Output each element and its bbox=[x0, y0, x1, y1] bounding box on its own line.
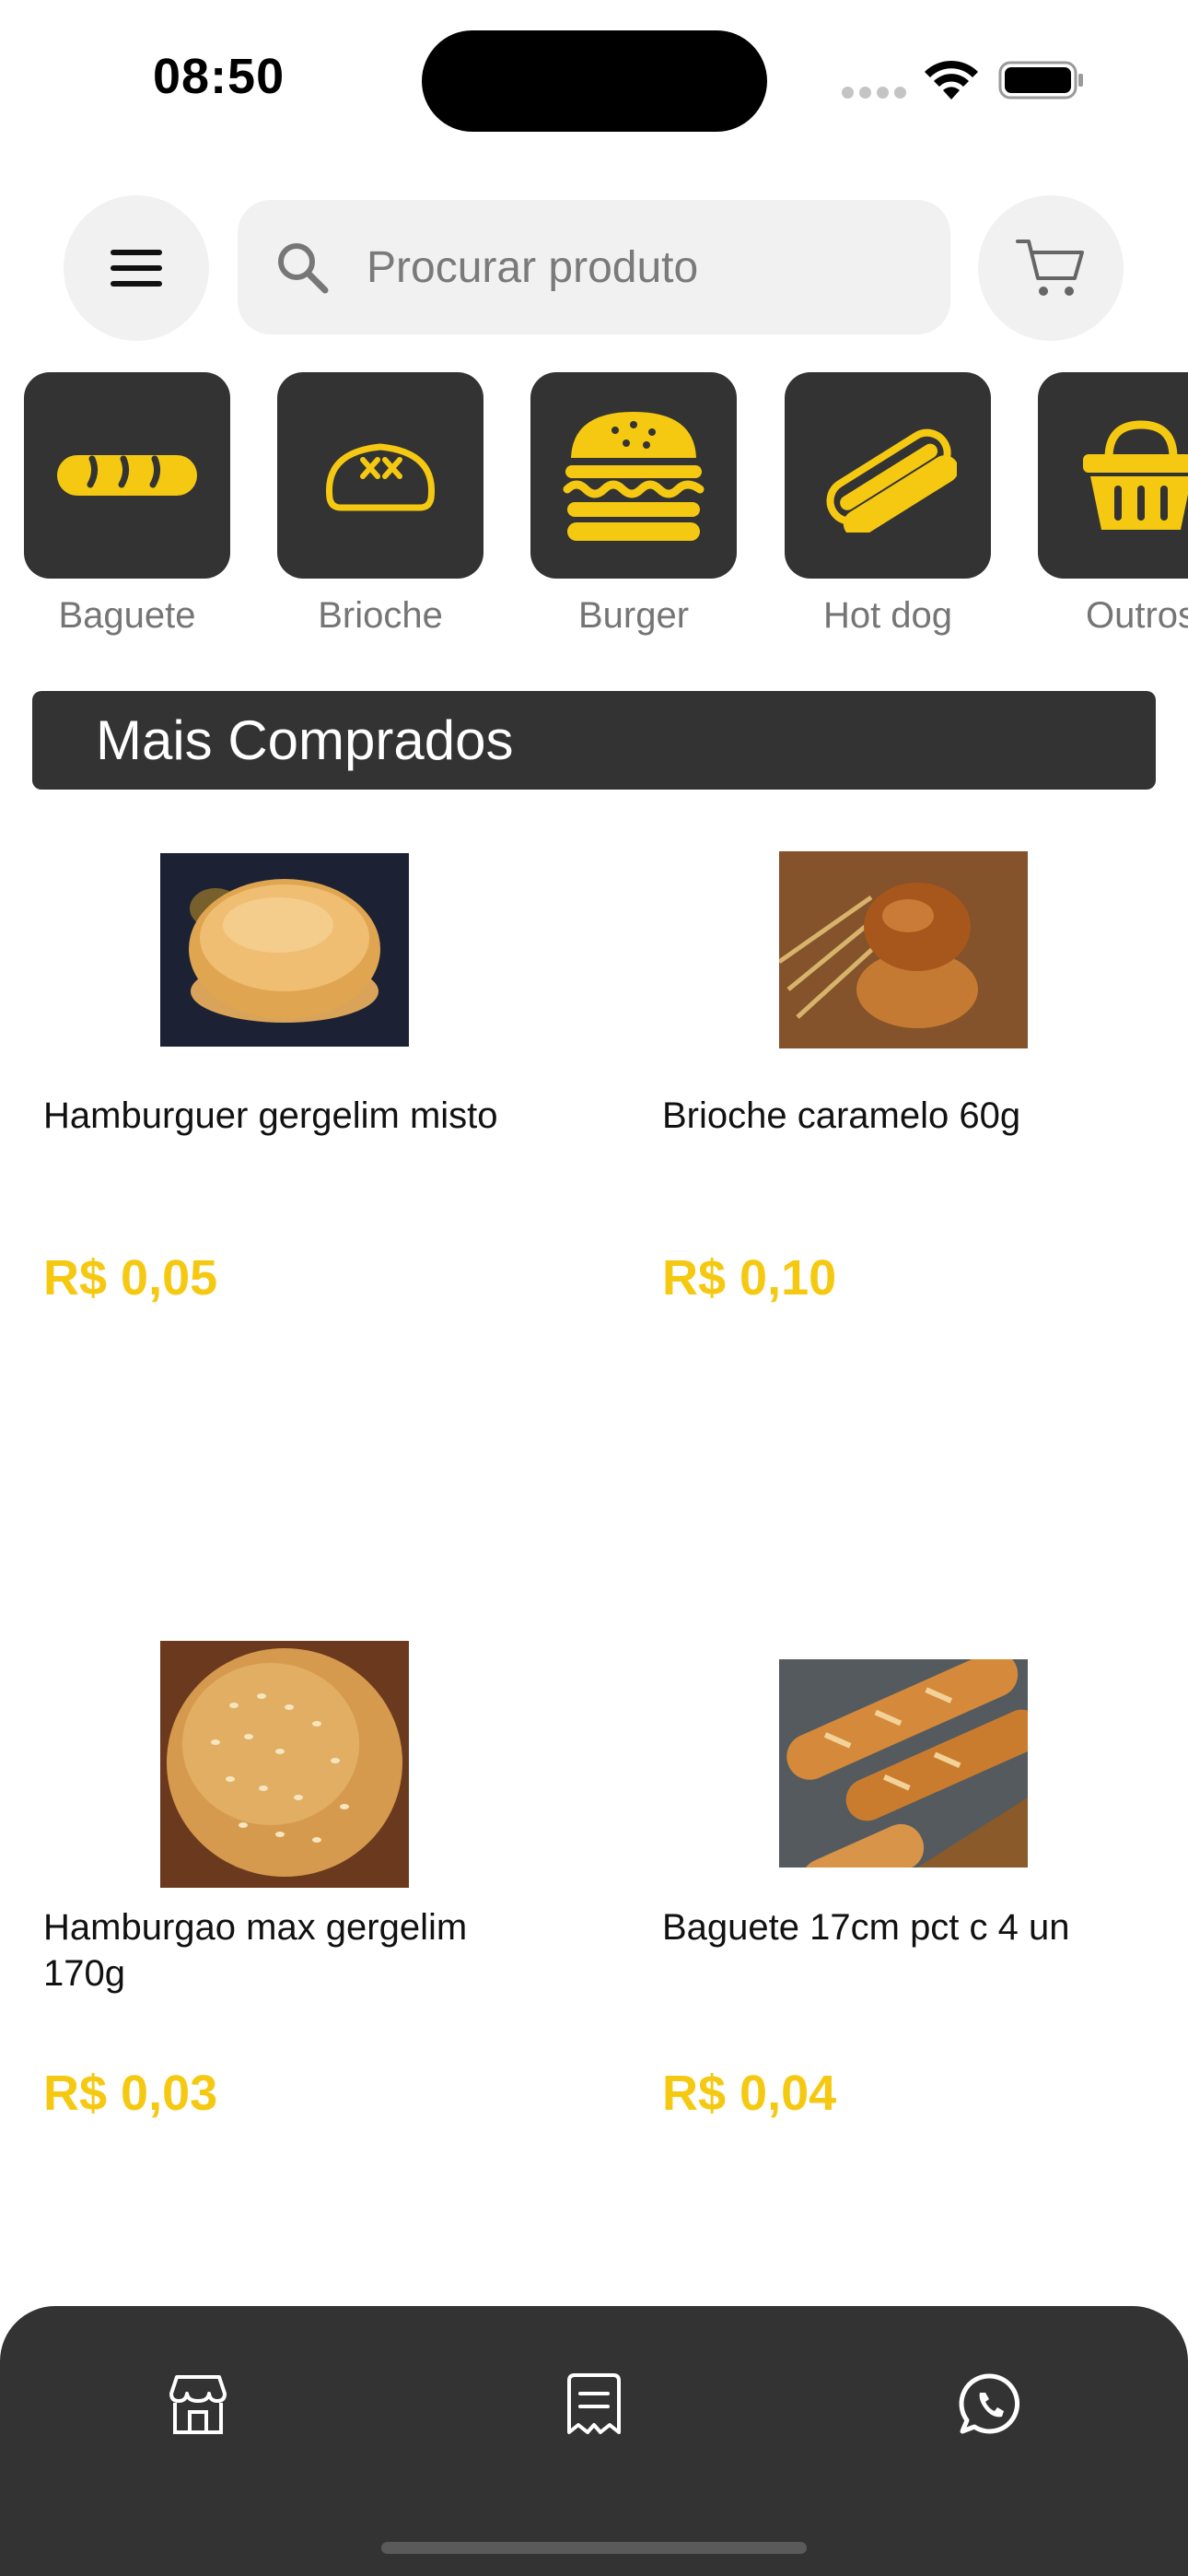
product-image-baguettes bbox=[779, 1659, 1028, 1868]
category-tile[interactable] bbox=[277, 372, 483, 579]
category-baguete[interactable]: Baguete bbox=[24, 372, 230, 637]
search-icon bbox=[278, 243, 329, 294]
cart-button[interactable] bbox=[978, 195, 1124, 341]
category-carousel[interactable]: Baguete Brioche Burger Hot dog Outros bbox=[0, 372, 1188, 649]
menu-button[interactable] bbox=[64, 195, 209, 341]
category-burger[interactable]: Burger bbox=[530, 372, 737, 637]
product-card[interactable]: Hamburguer gergelim misto R$ 0,05 bbox=[0, 848, 553, 1327]
category-tile[interactable] bbox=[1038, 372, 1188, 579]
nav-orders-button[interactable] bbox=[553, 2363, 635, 2446]
product-name: Baguete 17cm pct c 4 un bbox=[662, 1907, 1070, 1948]
category-tile[interactable] bbox=[530, 372, 737, 579]
basket-icon bbox=[1083, 420, 1188, 530]
category-label: Hot dog bbox=[822, 595, 953, 636]
product-image-brioche bbox=[779, 851, 1028, 1048]
dynamic-island bbox=[422, 30, 767, 132]
category-brioche[interactable]: Brioche bbox=[277, 372, 483, 637]
cellular-signal-icon bbox=[842, 87, 906, 99]
cart-icon bbox=[1016, 240, 1084, 296]
product-card[interactable]: Baguete 17cm pct c 4 un R$ 0,04 bbox=[619, 1635, 1171, 2121]
search-input[interactable] bbox=[367, 241, 919, 293]
category-tile[interactable] bbox=[24, 372, 230, 579]
bread-loaf-icon bbox=[325, 443, 436, 511]
section-title: Mais Comprados bbox=[96, 709, 514, 771]
status-time: 08:50 bbox=[153, 49, 285, 104]
category-label: Baguete bbox=[58, 595, 196, 636]
product-price: R$ 0,05 bbox=[43, 1250, 218, 1306]
whatsapp-icon bbox=[959, 2373, 1020, 2434]
home-indicator[interactable] bbox=[381, 2542, 807, 2554]
section-header: Mais Comprados bbox=[32, 691, 1156, 790]
product-price: R$ 0,04 bbox=[662, 2066, 837, 2121]
category-tile[interactable] bbox=[785, 372, 991, 579]
category-label: Burger bbox=[577, 595, 690, 636]
category-outros[interactable]: Outros bbox=[1038, 372, 1188, 637]
burger-icon bbox=[563, 412, 705, 541]
store-icon bbox=[169, 2375, 227, 2434]
hamburger-menu-icon bbox=[111, 250, 162, 287]
receipt-icon bbox=[567, 2373, 621, 2434]
product-card[interactable]: Brioche caramelo 60g R$ 0,10 bbox=[619, 848, 1171, 1327]
category-label: Brioche bbox=[318, 595, 443, 636]
status-bar: 08:50 bbox=[0, 0, 1188, 147]
baguette-icon bbox=[57, 455, 197, 496]
product-name: Hamburguer gergelim misto bbox=[43, 1095, 498, 1136]
product-price: R$ 0,03 bbox=[43, 2066, 218, 2121]
category-hot-dog[interactable]: Hot dog bbox=[785, 372, 991, 637]
bottom-nav bbox=[0, 2306, 1188, 2576]
nav-whatsapp-button[interactable] bbox=[949, 2363, 1031, 2446]
wifi-icon bbox=[925, 60, 978, 100]
nav-store-button[interactable] bbox=[157, 2363, 239, 2446]
search-bar[interactable] bbox=[238, 200, 950, 334]
product-image-sesame-bun bbox=[160, 1641, 409, 1888]
product-name: Hamburgao max gergelim 170g bbox=[43, 1907, 468, 1994]
battery-icon bbox=[998, 61, 1083, 100]
product-name: Brioche caramelo 60g bbox=[662, 1095, 1021, 1136]
category-label: Outros bbox=[1085, 595, 1188, 636]
hotdog-icon bbox=[826, 428, 957, 533]
product-price: R$ 0,10 bbox=[662, 1250, 837, 1306]
product-image-burger-bun bbox=[160, 853, 409, 1047]
product-card[interactable]: Hamburgao max gergelim 170g R$ 0,03 bbox=[0, 1635, 553, 2121]
